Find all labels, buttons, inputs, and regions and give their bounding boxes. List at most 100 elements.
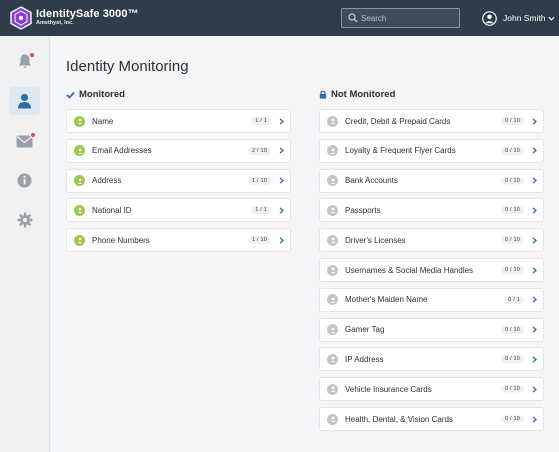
list-item-label: Health, Dental, & Vision Cards (345, 414, 453, 424)
list-item[interactable]: Mother's Maiden Name 0 / 1 (319, 287, 544, 312)
search-icon (348, 13, 358, 23)
health-icon (327, 413, 338, 425)
list-item-label: Loyalty & Frequent Flyer Cards (345, 146, 456, 156)
home-icon (74, 175, 85, 187)
social-icon (327, 264, 338, 276)
checkmark-icon (66, 91, 75, 99)
person-icon (327, 294, 338, 306)
notification-dot (29, 52, 35, 58)
info-icon (17, 173, 32, 187)
chevron-right-icon[interactable] (530, 266, 538, 274)
list-item[interactable]: Loyalty & Frequent Flyer Cards 0 / 10 (319, 138, 544, 163)
sidebar-item-identity[interactable] (9, 87, 40, 115)
list-item[interactable]: Driver's Licenses 0 / 10 (319, 228, 544, 253)
list-item-label: Phone Numbers (92, 235, 150, 245)
list-item-label: Gamer Tag (345, 325, 385, 335)
list-item[interactable]: Health, Dental, & Vision Cards 0 / 10 (319, 407, 544, 431)
list-item[interactable]: Bank Accounts 0 / 10 (319, 168, 544, 193)
message-dot (30, 132, 36, 138)
list-item-label: Driver's Licenses (345, 235, 406, 245)
count-badge: 1 / 1 (251, 206, 271, 215)
user-menu[interactable]: John Smith (482, 10, 555, 26)
chevron-right-icon[interactable] (530, 117, 538, 125)
chevron-right-icon[interactable] (530, 147, 538, 154)
chevron-right-icon[interactable] (530, 415, 538, 423)
search-box[interactable] (341, 8, 460, 28)
chevron-right-icon[interactable] (530, 177, 538, 184)
plus-icon (327, 145, 338, 157)
list-item-label: IP Address (345, 354, 384, 364)
app-subtitle: Amethyst, Inc. (36, 20, 74, 26)
bank-icon (327, 175, 338, 187)
chevron-right-icon[interactable] (530, 386, 538, 393)
user-name: John Smith (503, 13, 546, 23)
page-title: Identity Monitoring (66, 58, 189, 75)
count-badge: 0 / 10 (501, 146, 524, 155)
search-input[interactable] (361, 11, 455, 25)
list-item[interactable]: Address 1 / 10 (66, 168, 291, 193)
count-badge: 0 / 1 (504, 295, 524, 304)
list-item[interactable]: Name 1 / 1 (66, 109, 291, 133)
count-badge: 1 / 10 (248, 236, 271, 245)
list-item[interactable]: Email Addresses 2 / 10 (66, 138, 291, 163)
chevron-right-icon[interactable] (530, 326, 538, 333)
list-item[interactable]: National ID 1 / 1 (66, 198, 291, 223)
list-item[interactable]: Usernames & Social Media Handles 0 / 10 (319, 258, 544, 282)
count-badge: 0 / 10 (501, 206, 524, 215)
hexagon-logo-icon[interactable] (10, 6, 32, 30)
monitored-heading: Monitored (66, 89, 125, 100)
ip-icon (327, 353, 338, 365)
at-icon (74, 145, 85, 157)
list-item-label: Usernames & Social Media Handles (345, 265, 474, 275)
list-item[interactable]: Vehicle Insurance Cards 0 / 10 (319, 377, 544, 402)
count-badge: 1 / 10 (248, 176, 271, 185)
list-item[interactable]: IP Address 0 / 10 (319, 347, 544, 372)
brand: IdentitySafe 3000™ Amethyst, Inc. (36, 8, 139, 27)
card-icon (327, 115, 338, 127)
gear-icon (17, 212, 32, 228)
chevron-right-icon[interactable] (277, 147, 285, 154)
list-item-label: National ID (92, 205, 132, 215)
list-item-label: Name (92, 116, 114, 126)
id-icon (74, 204, 85, 216)
count-badge: 0 / 10 (501, 415, 524, 423)
list-item[interactable]: Passports 0 / 10 (319, 198, 544, 223)
chevron-right-icon[interactable] (530, 207, 538, 214)
count-badge: 0 / 10 (501, 325, 524, 334)
sidebar-item-settings[interactable] (9, 206, 40, 234)
chevron-right-icon[interactable] (530, 296, 538, 303)
list-item-label: Mother's Maiden Name (345, 295, 428, 305)
chevron-right-icon[interactable] (277, 237, 285, 244)
sidebar-item-notifications[interactable] (9, 47, 40, 75)
count-badge: 1 / 1 (251, 117, 271, 125)
lock-icon (319, 90, 327, 99)
list-item-label: Email Addresses (92, 146, 152, 156)
chevron-right-icon[interactable] (277, 177, 285, 184)
sidebar (0, 36, 50, 452)
list-item-label: Bank Accounts (345, 176, 398, 186)
list-item-label: Vehicle Insurance Cards (345, 384, 432, 394)
chevron-right-icon[interactable] (530, 237, 538, 244)
not-monitored-heading-label: Not Monitored (331, 89, 396, 100)
list-item[interactable]: Credit, Debit & Prepaid Cards 0 / 10 (319, 109, 544, 133)
app-title: IdentitySafe 3000™ (36, 8, 139, 20)
chevron-down-icon (548, 16, 555, 21)
sidebar-item-info[interactable] (9, 166, 40, 194)
count-badge: 0 / 10 (501, 355, 524, 364)
list-item-label: Passports (345, 205, 381, 215)
chevron-right-icon[interactable] (277, 207, 285, 214)
license-icon (327, 234, 338, 246)
list-item[interactable]: Phone Numbers 1 / 10 (66, 228, 291, 253)
chevron-right-icon[interactable] (277, 117, 285, 125)
count-badge: 0 / 10 (501, 176, 524, 185)
count-badge: 0 / 10 (501, 266, 524, 274)
app-header: IdentitySafe 3000™ Amethyst, Inc. John S… (0, 0, 559, 36)
vehicle-icon (327, 383, 338, 395)
count-badge: 0 / 10 (501, 117, 524, 125)
gamepad-icon (327, 324, 338, 336)
user-icon (74, 115, 85, 127)
chevron-right-icon[interactable] (530, 356, 538, 363)
sidebar-item-messages[interactable] (9, 127, 40, 155)
list-item[interactable]: Gamer Tag 0 / 10 (319, 317, 544, 342)
user-icon (18, 93, 31, 109)
